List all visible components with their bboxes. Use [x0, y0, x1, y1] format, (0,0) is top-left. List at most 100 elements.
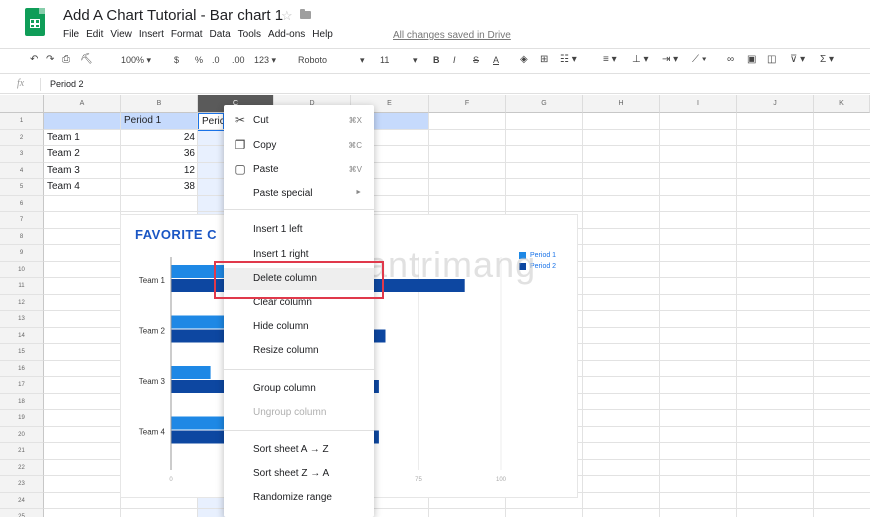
print-icon[interactable]: ⎙ — [62, 54, 70, 65]
row-header-3[interactable]: 3 — [0, 146, 44, 163]
cell-a3[interactable]: Team 2 — [44, 146, 121, 162]
paint-format-icon[interactable]: ⛏ — [80, 54, 93, 65]
menu-item-paste-special[interactable]: Paste special ► — [224, 183, 374, 205]
row-header-7[interactable]: 7 — [0, 212, 44, 229]
functions-icon[interactable]: Σ ▾ — [820, 54, 834, 65]
menu-file[interactable]: File — [63, 29, 79, 40]
column-header-i[interactable]: I — [660, 95, 737, 113]
menu-help[interactable]: Help — [312, 29, 333, 40]
menu-item-copy[interactable]: ❐ Copy ⌘C — [224, 135, 374, 157]
percent-format-button[interactable]: % — [195, 55, 203, 65]
row-header-4[interactable]: 4 — [0, 162, 44, 179]
menu-view[interactable]: View — [110, 29, 132, 40]
cell-a4[interactable]: Team 3 — [44, 163, 121, 179]
menu-item-hide-column[interactable]: Hide column — [224, 316, 374, 338]
document-title[interactable]: Add A Chart Tutorial - Bar chart 1 — [63, 7, 283, 24]
text-wrap-icon[interactable]: ⇥ ▾ — [662, 54, 678, 65]
redo-icon[interactable]: ↷ — [46, 54, 54, 65]
menu-item-resize-column[interactable]: Resize column — [224, 340, 374, 362]
menu-item-randomize-range[interactable]: Randomize range — [224, 487, 374, 509]
text-rotation-icon[interactable]: ⟋ ▾ — [692, 54, 707, 65]
row-header-13[interactable]: 13 — [0, 311, 44, 328]
grid-column-line — [582, 113, 583, 517]
decrease-decimal-button[interactable]: .0 — [212, 55, 220, 65]
column-header-h[interactable]: H — [583, 95, 660, 113]
row-header-10[interactable]: 10 — [0, 261, 44, 278]
menu-edit[interactable]: Edit — [86, 29, 103, 40]
zoom-select[interactable]: 100% ▾ — [121, 55, 151, 66]
row-header-8[interactable]: 8 — [0, 228, 44, 245]
font-size-arrow-icon[interactable]: ▾ — [413, 55, 418, 66]
row-header-9[interactable]: 9 — [0, 245, 44, 262]
undo-icon[interactable]: ↶ — [30, 54, 38, 65]
menu-item-insert-left[interactable]: Insert 1 left — [224, 219, 374, 241]
column-header-b[interactable]: B — [121, 95, 198, 113]
vertical-align-icon[interactable]: ⊥ ▾ — [632, 54, 649, 65]
cell-b3[interactable]: 36 — [121, 146, 198, 162]
more-formats-select[interactable]: 123 ▾ — [254, 55, 276, 66]
row-header-1[interactable]: 1 — [0, 113, 44, 130]
cell-a5[interactable]: Team 4 — [44, 179, 121, 195]
menu-item-sort-z-a[interactable]: Sort sheet Z → A — [224, 463, 374, 485]
menu-insert[interactable]: Insert — [139, 29, 164, 40]
row-header-5[interactable]: 5 — [0, 179, 44, 196]
cell-b5[interactable]: 38 — [121, 179, 198, 195]
row-header-14[interactable]: 14 — [0, 327, 44, 344]
row-header-18[interactable]: 18 — [0, 393, 44, 410]
row-header-15[interactable]: 15 — [0, 344, 44, 361]
filter-icon[interactable]: ⊽ ▾ — [790, 54, 805, 65]
cell-b1[interactable]: Period 1 — [121, 113, 198, 129]
menu-item-group-column[interactable]: Group column — [224, 378, 374, 400]
menu-item-sort-a-z[interactable]: Sort sheet A → Z — [224, 439, 374, 461]
menu-format[interactable]: Format — [171, 29, 203, 40]
insert-link-icon[interactable]: ∞ — [727, 54, 734, 65]
row-header-25[interactable]: 25 — [0, 509, 44, 517]
row-header-24[interactable]: 24 — [0, 492, 44, 509]
fill-color-icon[interactable]: ◈ — [520, 54, 528, 65]
font-size-select[interactable]: 11 — [380, 55, 389, 65]
menu-item-paste[interactable]: ▢ Paste ⌘V — [224, 159, 374, 181]
select-all-corner[interactable] — [0, 95, 44, 113]
save-status-link[interactable]: All changes saved in Drive — [393, 30, 511, 41]
sheets-logo-icon[interactable] — [25, 8, 45, 36]
horizontal-align-icon[interactable]: ≡ ▾ — [603, 54, 617, 65]
font-dropdown-arrow-icon[interactable]: ▾ — [360, 55, 365, 66]
row-header-19[interactable]: 19 — [0, 410, 44, 427]
menu-item-cut[interactable]: ✂ Cut ⌘X — [224, 110, 374, 132]
column-header-f[interactable]: F — [429, 95, 506, 113]
cell-a2[interactable]: Team 1 — [44, 130, 121, 146]
increase-decimal-button[interactable]: .00 — [232, 55, 245, 65]
column-header-a[interactable]: A — [44, 95, 121, 113]
row-header-6[interactable]: 6 — [0, 195, 44, 212]
italic-button[interactable]: I — [453, 55, 456, 65]
borders-icon[interactable]: ⊞ — [540, 54, 548, 65]
row-header-23[interactable]: 23 — [0, 476, 44, 493]
menu-data[interactable]: Data — [210, 29, 231, 40]
row-header-21[interactable]: 21 — [0, 443, 44, 460]
menu-addons[interactable]: Add-ons — [268, 29, 305, 40]
column-header-g[interactable]: G — [506, 95, 583, 113]
column-header-k[interactable]: K — [814, 95, 870, 113]
bold-button[interactable]: B — [433, 55, 440, 65]
row-header-17[interactable]: 17 — [0, 377, 44, 394]
star-icon[interactable]: ☆ — [281, 8, 293, 24]
row-header-22[interactable]: 22 — [0, 459, 44, 476]
menu-tools[interactable]: Tools — [238, 29, 261, 40]
folder-icon[interactable] — [300, 9, 311, 19]
row-header-20[interactable]: 20 — [0, 426, 44, 443]
row-header-11[interactable]: 11 — [0, 278, 44, 295]
row-header-16[interactable]: 16 — [0, 360, 44, 377]
cell-b4[interactable]: 12 — [121, 163, 198, 179]
column-header-j[interactable]: J — [737, 95, 814, 113]
merge-cells-icon[interactable]: ☷ ▾ — [560, 54, 577, 65]
formula-input[interactable]: Period 2 — [50, 79, 84, 89]
insert-comment-icon[interactable]: ▣ — [747, 54, 756, 65]
row-header-2[interactable]: 2 — [0, 129, 44, 146]
currency-format-button[interactable]: $ — [174, 55, 179, 65]
font-select[interactable]: Roboto — [298, 55, 327, 65]
cell-b2[interactable]: 24 — [121, 130, 198, 146]
insert-chart-icon[interactable]: ◫ — [767, 54, 776, 65]
strikethrough-button[interactable]: S — [473, 55, 479, 65]
text-color-button[interactable]: A — [493, 55, 499, 65]
row-header-12[interactable]: 12 — [0, 294, 44, 311]
